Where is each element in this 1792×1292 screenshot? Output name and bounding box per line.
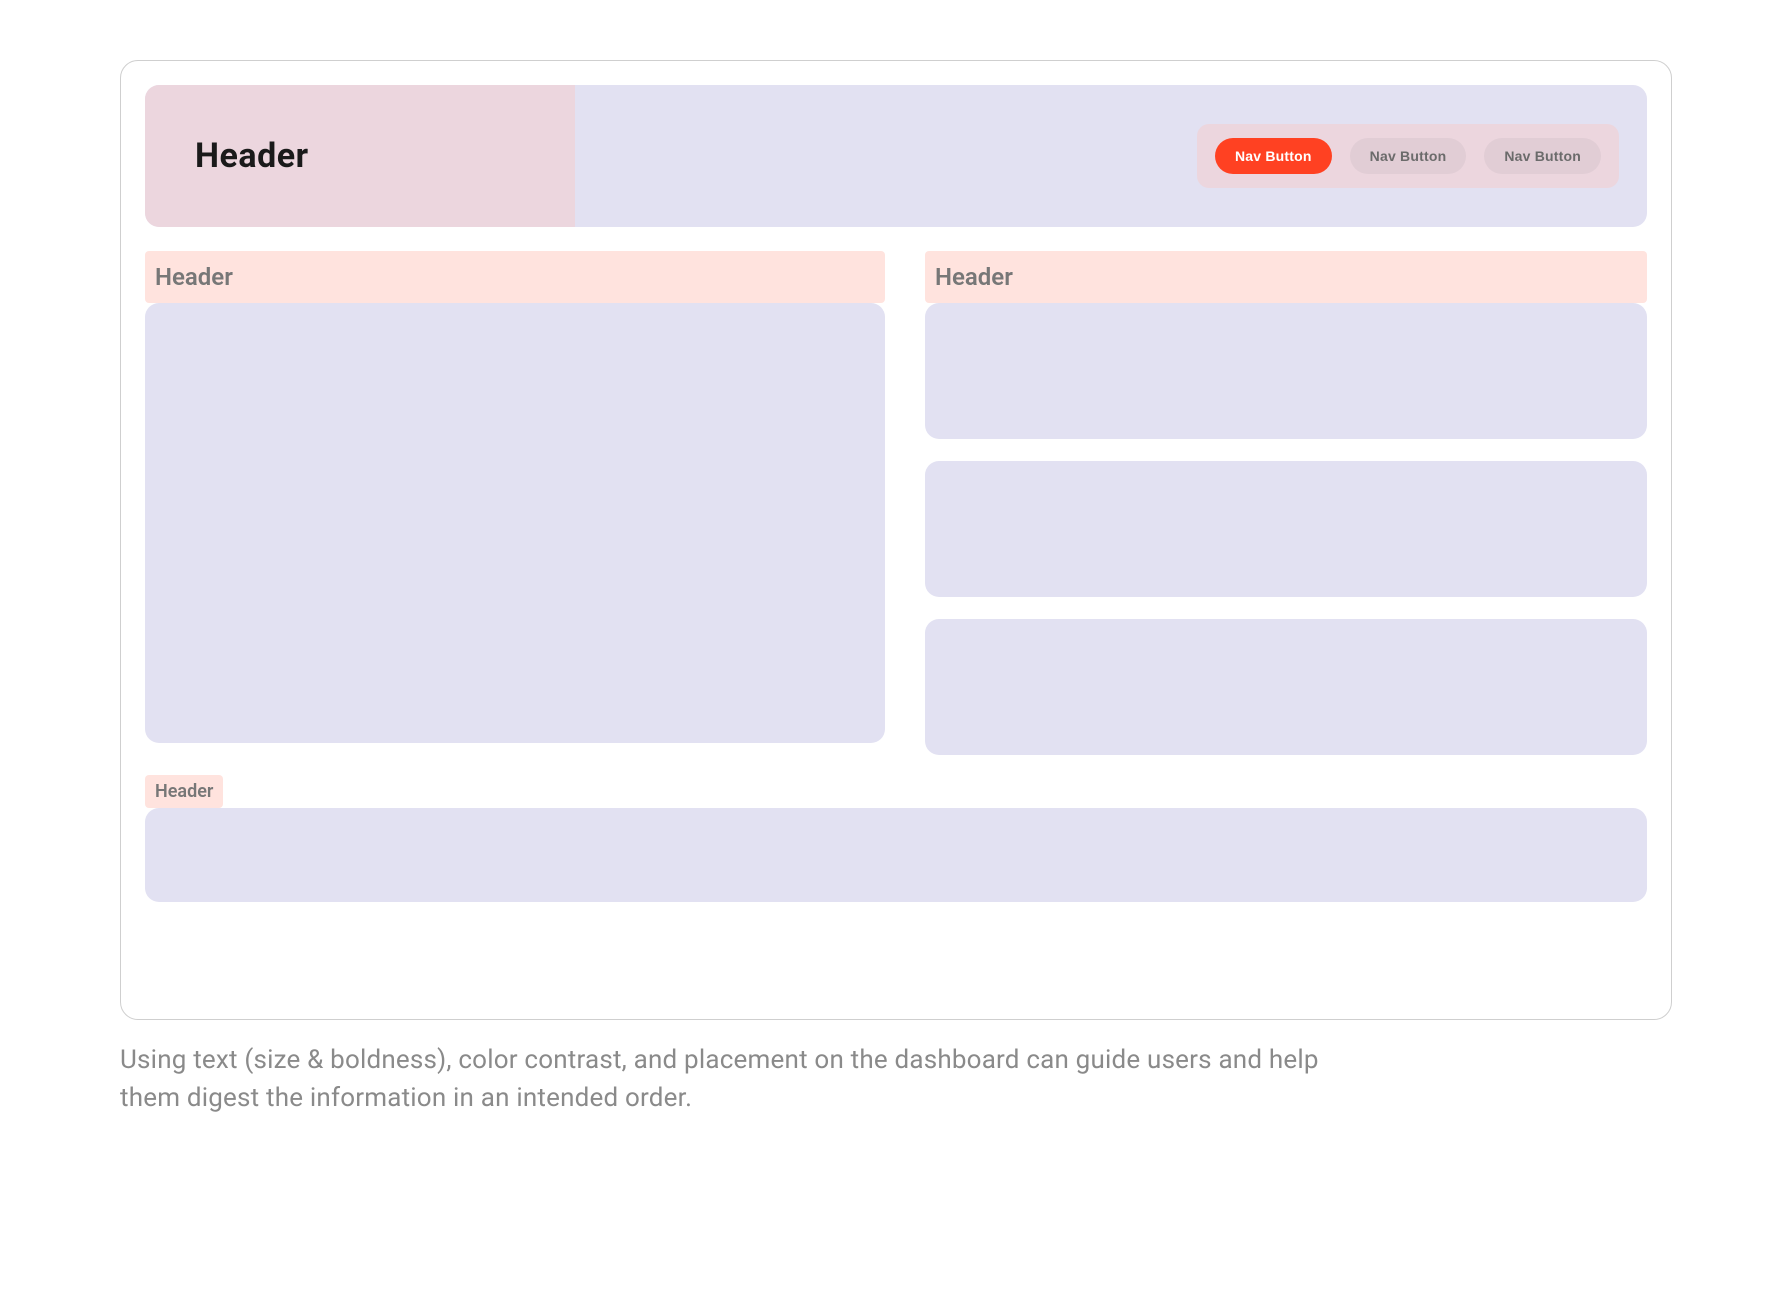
topbar-brand-area: Header xyxy=(145,85,575,227)
main-header: Header xyxy=(195,136,309,176)
nav-button-3[interactable]: Nav Button xyxy=(1484,138,1601,174)
bottom-section: Header xyxy=(145,775,1647,902)
left-column: Header xyxy=(145,251,885,755)
nav-button-group: Nav Button Nav Button Nav Button xyxy=(1197,124,1619,188)
right-card-1 xyxy=(925,303,1647,439)
left-content-placeholder xyxy=(145,303,885,743)
dashboard-frame: Header Nav Button Nav Button Nav Button … xyxy=(120,60,1672,1020)
right-card-2 xyxy=(925,461,1647,597)
bottom-section-header: Header xyxy=(145,775,223,808)
right-card-3 xyxy=(925,619,1647,755)
topbar-nav-area: Nav Button Nav Button Nav Button xyxy=(575,124,1647,188)
bottom-content-placeholder xyxy=(145,808,1647,902)
topbar: Header Nav Button Nav Button Nav Button xyxy=(145,85,1647,227)
right-section-header: Header xyxy=(925,251,1647,303)
figure-caption: Using text (size & boldness), color cont… xyxy=(120,1042,1340,1117)
nav-button-1[interactable]: Nav Button xyxy=(1215,138,1332,174)
nav-button-2[interactable]: Nav Button xyxy=(1350,138,1467,174)
right-card-stack xyxy=(925,303,1647,755)
right-column: Header xyxy=(925,251,1647,755)
left-section-header: Header xyxy=(145,251,885,303)
content-columns: Header Header xyxy=(145,251,1647,755)
